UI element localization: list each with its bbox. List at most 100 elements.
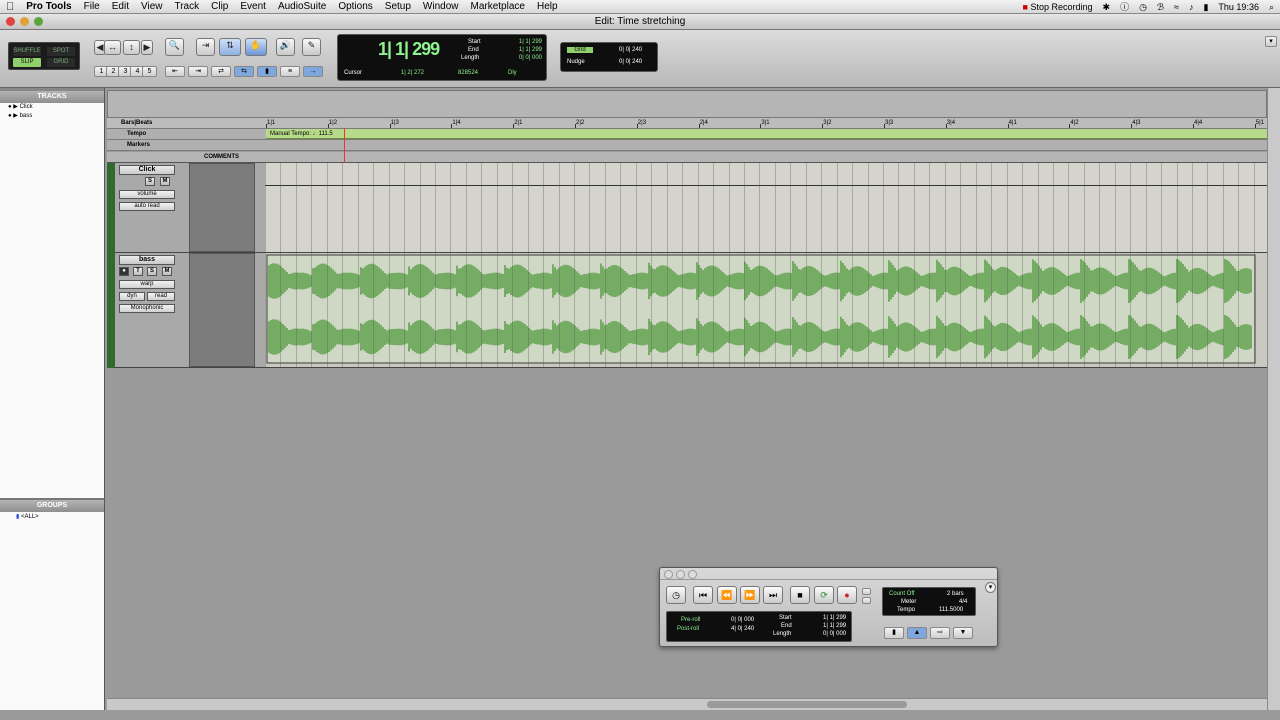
click-view-selector[interactable]: volume [119,190,175,199]
slip-mode-button[interactable]: SLIP [13,58,41,67]
transport-option-icon[interactable] [862,597,871,604]
click-automation-mode[interactable]: auto read [119,202,175,211]
track-list-item[interactable]: ● ▶ Click [0,103,104,112]
bars-beats-ruler[interactable]: Bars|Beats 1|1 1|2 1|3 1|4 2|1 2|2 2|3 2|4 3|1 3|… [107,118,1267,129]
bass-automation-mode[interactable]: read [147,292,175,301]
menu-view[interactable]: View [135,0,169,14]
volume-automation-line[interactable] [265,185,1267,186]
stop-recording-button[interactable]: ■ Stop Recording [1023,0,1093,14]
wait-for-note-icon[interactable]: ▮ [884,627,904,639]
shuffle-mode-button[interactable]: SHUFFLE [13,47,41,56]
group-list-item[interactable]: ▮ <ALL> [0,512,104,522]
click-solo-button[interactable]: S [145,177,155,186]
play-loop-icon[interactable]: ⟳ [814,586,834,604]
record-icon[interactable]: ● [837,586,857,604]
countoff-value[interactable]: 2 bars [947,591,964,597]
bass-solo-button[interactable]: S [147,267,157,276]
click-comments-field[interactable] [189,163,255,252]
trim-tool-icon[interactable]: ⇥ [196,38,215,56]
grid-mode-button[interactable]: GRID [47,58,75,67]
rewind-icon[interactable]: ⏪ [717,586,737,604]
link-track-icon[interactable]: ⇆ [234,66,254,77]
zoomer-tool-icon[interactable]: 🔍 [165,38,184,56]
grid-label[interactable]: Grid [567,47,593,53]
menu-audiosuite[interactable]: AudioSuite [272,0,332,14]
bluetooth-icon[interactable]: ℬ [1157,0,1164,14]
transport-minimize-icon[interactable] [676,570,685,579]
transport-zoom-icon[interactable] [688,570,697,579]
online-icon[interactable]: ◷ [666,586,686,604]
click-track-name[interactable]: Click [119,165,175,175]
toolbar-menu-icon[interactable]: ▾ [1265,36,1277,47]
keyboard-focus-icon[interactable]: → [303,66,323,77]
preroll-label[interactable]: Pre-roll [681,617,700,623]
zoom-icon[interactable] [34,17,43,26]
bass-trackinput-button[interactable]: T [133,267,143,276]
menu-event[interactable]: Event [234,0,272,14]
zoom-in-horizontal-button[interactable]: ▶ [141,40,153,55]
bass-track-lane[interactable] [265,253,1271,368]
zoom-vertical-icon[interactable]: ↕ [123,40,140,55]
zoom-toggle-icon[interactable]: ≡ [280,66,300,77]
metronome-icon[interactable]: ▲ [907,627,927,639]
timemachine-icon[interactable]: ◷ [1139,0,1147,14]
nudge-label[interactable]: Nudge [567,59,585,65]
transport-option-icon[interactable] [862,588,871,595]
menu-track[interactable]: Track [168,0,205,14]
info-icon[interactable]: ⓘ [1120,0,1129,14]
bass-view-selector[interactable]: warp [119,280,175,289]
bass-track-name[interactable]: bass [119,255,175,265]
preroll-value[interactable]: 0| 0| 000 [731,617,754,623]
postroll-label[interactable]: Post-roll [677,626,699,632]
meter-value[interactable]: 4/4 [959,599,967,605]
menu-edit[interactable]: Edit [106,0,135,14]
length-value[interactable]: 0| 0| 000 [508,55,542,61]
menu-file[interactable]: File [78,0,106,14]
close-icon[interactable] [6,17,15,26]
record-arm-icon[interactable]: ● [119,267,129,276]
bass-elastic-mode[interactable]: Monophonic [119,304,175,313]
transport-start-value[interactable]: 1| 1| 299 [823,615,846,621]
postroll-value[interactable]: 4| 0| 240 [731,626,754,632]
track-list-item[interactable]: ● ▶ bass [0,112,104,121]
transport-menu-icon[interactable]: ▾ [985,582,996,593]
horizontal-scroll-thumb[interactable] [707,701,907,708]
pencil-tool-icon[interactable]: ✎ [302,38,321,56]
manual-tempo-lane[interactable]: Manual Tempo: ♩111.5 [266,129,1267,139]
selector-tool-icon[interactable]: ⇅ [219,38,241,56]
grid-value[interactable]: 0| 0| 240 [619,47,642,53]
menu-marketplace[interactable]: Marketplace [465,0,531,14]
delay-comp-label[interactable]: Dly [508,70,517,76]
groups-header[interactable]: GROUPS [0,500,104,512]
apple-icon[interactable]:  [0,0,20,14]
click-track-lane[interactable] [265,163,1271,253]
transport-close-icon[interactable] [664,570,673,579]
scrubber-speaker-icon[interactable]: 🔊 [276,38,295,56]
nudge-value[interactable]: 0| 0| 240 [619,59,642,65]
menu-clip[interactable]: Clip [205,0,234,14]
horizontal-scrollbar[interactable] [107,698,1267,710]
bass-playlist-selector[interactable]: dyn [119,292,145,301]
menu-setup[interactable]: Setup [379,0,417,14]
transport-end-value[interactable]: 1| 1| 299 [823,623,846,629]
stop-icon[interactable]: ■ [790,586,810,604]
fast-forward-icon[interactable]: ⏩ [740,586,760,604]
volume-icon[interactable]: ♪ [1189,0,1194,14]
markers-ruler[interactable]: Markers [107,140,1267,151]
tracks-header[interactable]: TRACKS [0,91,104,103]
tempo-value[interactable]: 111.5000 [939,607,963,613]
transport-length-value[interactable]: 0| 0| 000 [823,631,846,637]
link-timeline-icon[interactable]: ⇄ [211,66,231,77]
insertion-follows-icon[interactable]: ▮ [257,66,277,77]
main-counter-value[interactable]: 1| 1| 299 [378,39,440,60]
click-mute-button[interactable]: M [160,177,170,186]
mirror-midi-icon[interactable]: ⇥ [188,66,208,77]
grabber-hand-icon[interactable]: ✋ [245,38,267,56]
midi-merge-icon[interactable]: ⇨ [930,627,950,639]
vertical-scrollbar[interactable] [1267,88,1280,710]
menu-window[interactable]: Window [417,0,465,14]
menu-options[interactable]: Options [332,0,378,14]
spot-mode-button[interactable]: SPOT [47,47,75,56]
menu-app[interactable]: Pro Tools [20,0,77,14]
wifi-icon[interactable]: ≈ [1174,0,1179,14]
